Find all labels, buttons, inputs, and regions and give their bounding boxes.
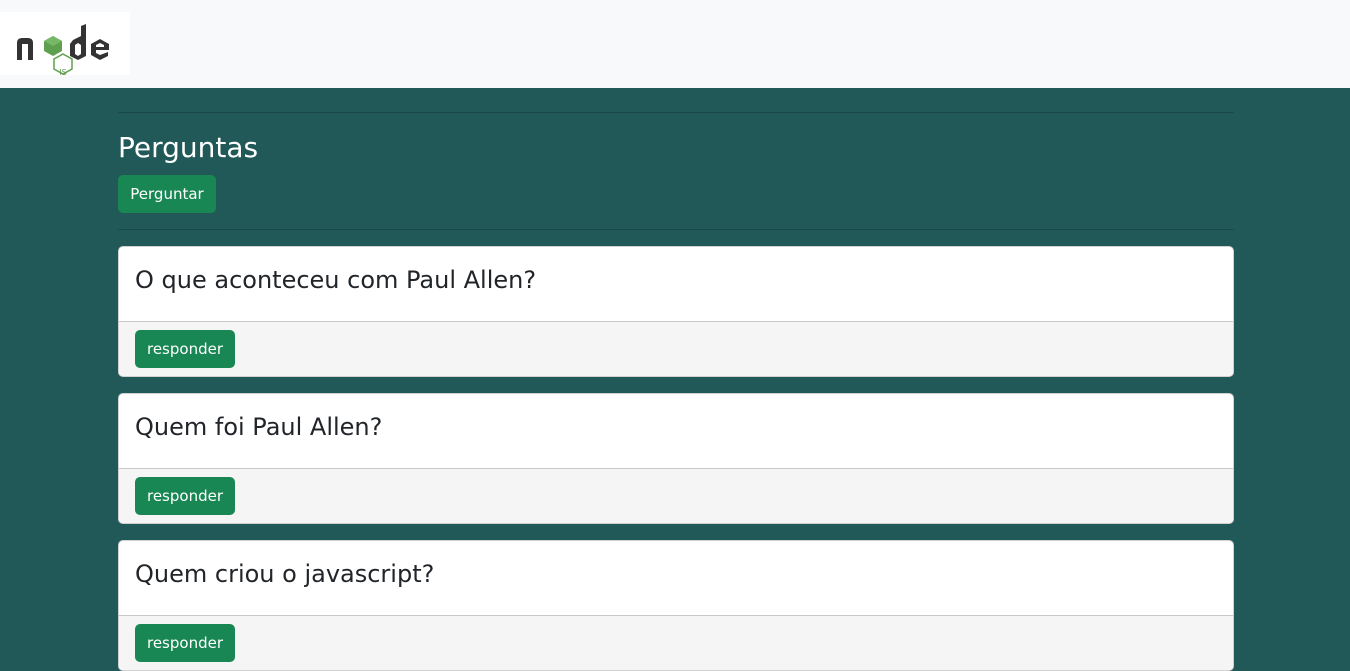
divider bbox=[118, 112, 1234, 113]
question-title: Quem foi Paul Allen? bbox=[135, 413, 383, 441]
question-card: Quem criou o javascript? responder bbox=[118, 540, 1234, 671]
question-title: O que aconteceu com Paul Allen? bbox=[135, 266, 537, 294]
answer-button[interactable]: responder bbox=[135, 477, 235, 515]
ask-question-button[interactable]: Perguntar bbox=[118, 175, 216, 213]
svg-text:JS: JS bbox=[58, 68, 66, 75]
question-card: Quem foi Paul Allen? responder bbox=[118, 393, 1234, 524]
question-card-body: Quem criou o javascript? bbox=[119, 541, 1233, 615]
question-card-footer: responder bbox=[119, 615, 1233, 670]
question-card-body: Quem foi Paul Allen? bbox=[119, 394, 1233, 468]
navbar: JS bbox=[0, 0, 1350, 88]
answer-button[interactable]: responder bbox=[135, 624, 235, 662]
nodejs-logo[interactable]: JS bbox=[0, 12, 130, 75]
question-card: O que aconteceu com Paul Allen? responde… bbox=[118, 246, 1234, 377]
divider bbox=[118, 229, 1234, 230]
question-card-body: O que aconteceu com Paul Allen? bbox=[119, 247, 1233, 321]
question-title: Quem criou o javascript? bbox=[135, 560, 435, 588]
question-card-footer: responder bbox=[119, 468, 1233, 523]
question-card-footer: responder bbox=[119, 321, 1233, 376]
answer-button[interactable]: responder bbox=[135, 330, 235, 368]
nodejs-logo-icon: JS bbox=[17, 24, 109, 75]
page-title: Perguntas bbox=[118, 131, 259, 164]
